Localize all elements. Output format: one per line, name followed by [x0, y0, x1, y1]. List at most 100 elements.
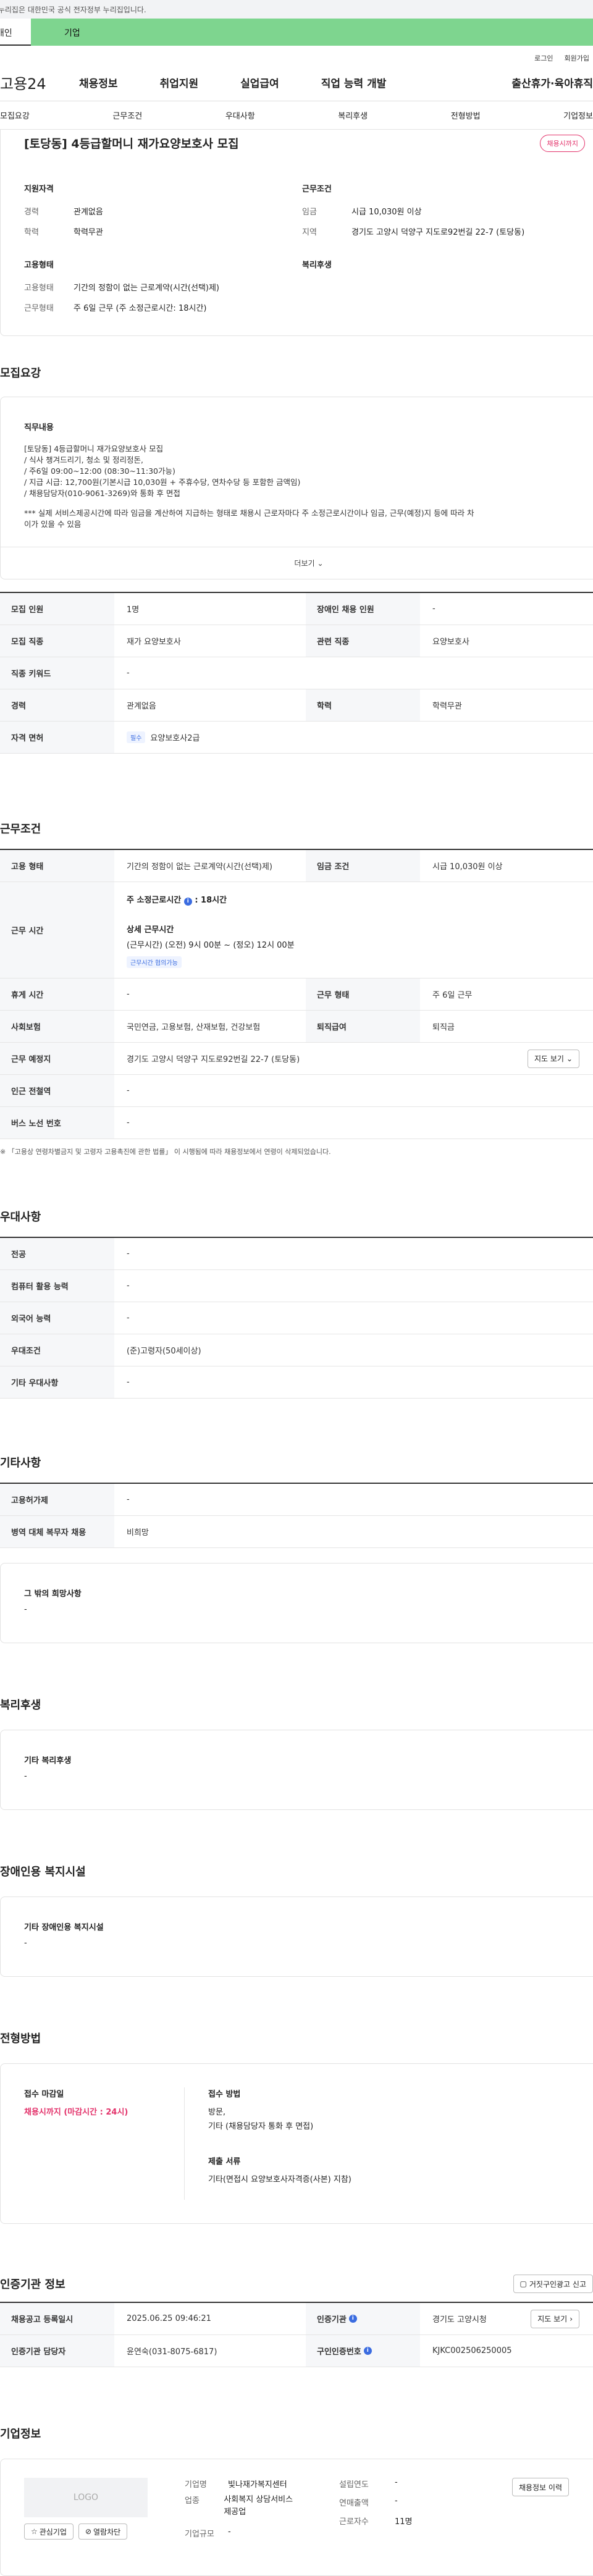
section-nav: 모집요강 근무조건 우대사항 복리후생 전형방법 기업정보 — [0, 101, 593, 130]
tab-individual[interactable]: 개인 — [0, 19, 31, 46]
qual-education: 학력 학력무관 — [24, 228, 103, 237]
cond-wage: 임금 시급 10,030원 이상 — [302, 208, 422, 217]
recruit-table: 모집 인원 1명 장애인 채용 인원 - 모집 직종 재가 요양보호사 관련 직종 요양보호… — [0, 592, 593, 754]
welfare-card: 기타 복리후생 - — [0, 1730, 593, 1810]
agency-table: 채용공고 등록일시 2025.06.25 09:46:21 인증기관 i 경기도 고양시… — [0, 2302, 593, 2367]
table-row: 외국어 능력 - — [0, 1302, 593, 1334]
recruit-section-title: 모집요강 — [0, 367, 41, 380]
agency-section-title: 인증기관 정보 — [0, 2278, 65, 2291]
deadline-value: 채용시까지 (마감시간 : 24시) — [24, 2108, 128, 2117]
table-row: 모집 직종 재가 요양보호사 관련 직종 요양보호사 — [0, 625, 593, 657]
required-tag: 필수 — [127, 731, 146, 743]
block-icon: ⊘ — [85, 2527, 91, 2536]
table-row: 병역 대체 복무자 채용 비희망 — [0, 1516, 593, 1548]
star-icon: ☆ — [31, 2527, 38, 2536]
job-title: [토당동] 4등급할머니 재가요양보호사 모집 — [24, 137, 239, 151]
gnb-unemployment-benefit[interactable]: 실업급여 — [240, 75, 279, 90]
subnav-selection[interactable]: 전형방법 — [451, 109, 481, 121]
table-row: 근무 예정지 경기도 고양시 덕양구 지도로92번길 22-7 (토당동) 지도 보… — [0, 1043, 593, 1075]
company-section-title: 기업정보 — [0, 2428, 41, 2441]
deadline-badge: 채용시까지 — [540, 135, 585, 152]
table-row: 자격 면허 필수 요양보호사2급 — [0, 722, 593, 754]
user-type-tabs: 개인 기업 — [0, 19, 593, 46]
company-fields-left: 기업명 빛나재가복지센터 업종 사회복지 상담서비스 제공업 기업규모 - — [185, 2480, 293, 2539]
global-nav: 고용24 채용정보 취업지원 실업급여 직업 능력 개발 출산휴가·육아휴직 — [0, 64, 593, 101]
agency-map-button[interactable]: 지도 보기 › — [531, 2309, 579, 2328]
info-icon[interactable]: i — [363, 2347, 372, 2355]
tab-company[interactable]: 기업 — [31, 19, 593, 46]
negotiable-tag: 근무시간 협의가능 — [127, 956, 182, 968]
gov-banner: 이 누리집은 대한민국 공식 전자정부 누리집입니다. — [0, 0, 593, 19]
employment-heading: 고용형태 — [24, 261, 54, 270]
table-row: 전공 - — [0, 1238, 593, 1270]
chevron-right-icon: › — [570, 2314, 573, 2323]
table-row: 근무 시간 주 소정근로시간 i : 18시간 상세 근무시간 (근무시간) (… — [0, 882, 593, 979]
duty-card: 직무내용 [토당동] 4등급할머니 재가요양보호사 모집 / 식사 챙겨드리기, … — [0, 397, 593, 579]
cond-region: 지역 경기도 고양시 덕양구 지도로92번길 22-7 (토당동) — [302, 228, 525, 237]
table-row: 버스 노선 번호 - — [0, 1107, 593, 1139]
table-row: 휴게 시간 - 근무 형태 주 6일 근무 — [0, 979, 593, 1011]
duty-heading: 직무내용 — [24, 423, 54, 432]
qualifications-heading: 지원자격 — [24, 185, 54, 194]
signup-link[interactable]: 회원가입 — [565, 53, 589, 64]
table-row: 기타 우대사항 - — [0, 1366, 593, 1399]
company-fields-right: 설립연도 - 연매출액 - 근로자수 11명 — [339, 2478, 413, 2527]
selection-section-title: 전형방법 — [0, 2032, 41, 2045]
gnb-employment-support[interactable]: 취업지원 — [160, 75, 199, 90]
table-row: 인증기관 담당자 윤연숙(031-8075-6817) 구인인증번호 i KJKC002… — [0, 2335, 593, 2367]
preferences-table: 전공 - 컴퓨터 활용 능력 - 외국어 능력 - 우대조건 (준)고령자(50세이상)… — [0, 1237, 593, 1399]
disability-section-title: 장애인용 복지시설 — [0, 1866, 86, 1879]
table-row: 직종 키워드 - — [0, 657, 593, 689]
gnb-vocational-training[interactable]: 직업 능력 개발 — [321, 75, 387, 90]
subnav-preferences[interactable]: 우대사항 — [225, 109, 255, 121]
disability-card: 기타 장애인용 복지시설 - — [0, 1896, 593, 1977]
emp-type: 고용형태 기간의 정함이 없는 근로계약(시간(선택)제) — [24, 284, 220, 293]
conditions-section-title: 근무조건 — [0, 823, 41, 836]
job-summary-card: [토당동] 4등급할머니 재가요양보호사 모집 채용시까지 지원자격 경력 관계없… — [0, 130, 593, 336]
agency-header: 인증기관 정보 ▢ 거짓구인광고 신고 — [0, 2275, 593, 2293]
table-row: 고용허가제 - — [0, 1484, 593, 1516]
table-row: 고용 형태 기간의 정함이 없는 근로계약(시간(선택)제) 임금 조건 시급 10,… — [0, 850, 593, 882]
subnav-recruit[interactable]: 모집요강 — [0, 109, 30, 121]
age-note: ※ 「고용상 연령차별금지 및 고령자 고용촉진에 관한 법률」 이 시행됨에 … — [0, 1148, 331, 1156]
selection-card: 접수 마감일 채용시까지 (마감시간 : 24시) 접수 방법 방문, 기타 (… — [0, 2063, 593, 2224]
info-icon[interactable]: i — [183, 898, 192, 906]
etc-section-title: 기타사항 — [0, 1457, 41, 1470]
table-row: 컴퓨터 활용 능력 - — [0, 1270, 593, 1302]
welfare-section-title: 복리후생 — [0, 1699, 41, 1712]
more-button[interactable]: 더보기 ⌄ — [1, 547, 593, 579]
table-row: 사회보험 국민연금, 고용보험, 산재보험, 건강보험 퇴직급여 퇴직금 — [0, 1011, 593, 1043]
report-button[interactable]: ▢ 거짓구인광고 신고 — [513, 2275, 593, 2293]
emp-shape: 근무형태 주 6일 근무 (주 소정근로시간: 18시간) — [24, 304, 207, 313]
etc-table: 고용허가제 - 병역 대체 복무자 채용 비희망 — [0, 1483, 593, 1548]
table-row: 경력 관계없음 학력 학력무관 — [0, 689, 593, 722]
favorite-company-button[interactable]: ☆ 관심기업 — [24, 2523, 74, 2540]
subnav-welfare[interactable]: 복리후생 — [338, 109, 368, 121]
login-link[interactable]: 로그인 — [534, 53, 553, 64]
subnav-conditions[interactable]: 근무조건 — [112, 109, 142, 121]
map-button[interactable]: 지도 보기 ⌄ — [527, 1049, 579, 1068]
gnb-jobs[interactable]: 채용정보 — [79, 75, 118, 90]
document-icon: ▢ — [519, 2279, 527, 2288]
table-row: 인근 전철역 - — [0, 1075, 593, 1107]
table-row: 채용공고 등록일시 2025.06.25 09:46:21 인증기관 i 경기도 고양시… — [0, 2303, 593, 2335]
hiring-history-button[interactable]: 채용정보 이력 — [511, 2478, 569, 2496]
duty-text: [토당동] 4등급할머니 재가요양보호사 모집 / 식사 챙겨드리기, 청소 및 … — [24, 444, 474, 529]
welfare-heading: 복리후생 — [302, 261, 332, 270]
top-links: 로그인 회원가입 — [0, 46, 593, 64]
company-logo-placeholder: LOGO — [24, 2478, 148, 2517]
chevron-down-icon: ⌄ — [317, 558, 324, 568]
qual-career: 경력 관계없음 — [24, 208, 103, 217]
conditions-heading: 근무조건 — [302, 185, 332, 194]
etc-extra-card: 그 밖의 희망사항 - — [0, 1563, 593, 1643]
table-row: 모집 인원 1명 장애인 채용 인원 - — [0, 593, 593, 625]
site-logo[interactable]: 고용24 — [0, 72, 79, 93]
preferences-section-title: 우대사항 — [0, 1211, 41, 1224]
gnb-parental-leave[interactable]: 출산휴가·육아휴직 — [511, 75, 593, 90]
subnav-company[interactable]: 기업정보 — [563, 109, 593, 121]
info-icon[interactable]: i — [348, 2315, 357, 2323]
chevron-down-icon: ⌄ — [566, 1054, 573, 1063]
company-card: LOGO ☆ 관심기업 ⊘ 열람차단 기업명 빛나재가복지센터 업종 사회복지 상담서비… — [0, 2459, 593, 2576]
table-row: 우대조건 (준)고령자(50세이상) — [0, 1334, 593, 1366]
block-view-button[interactable]: ⊘ 열람차단 — [78, 2523, 128, 2540]
